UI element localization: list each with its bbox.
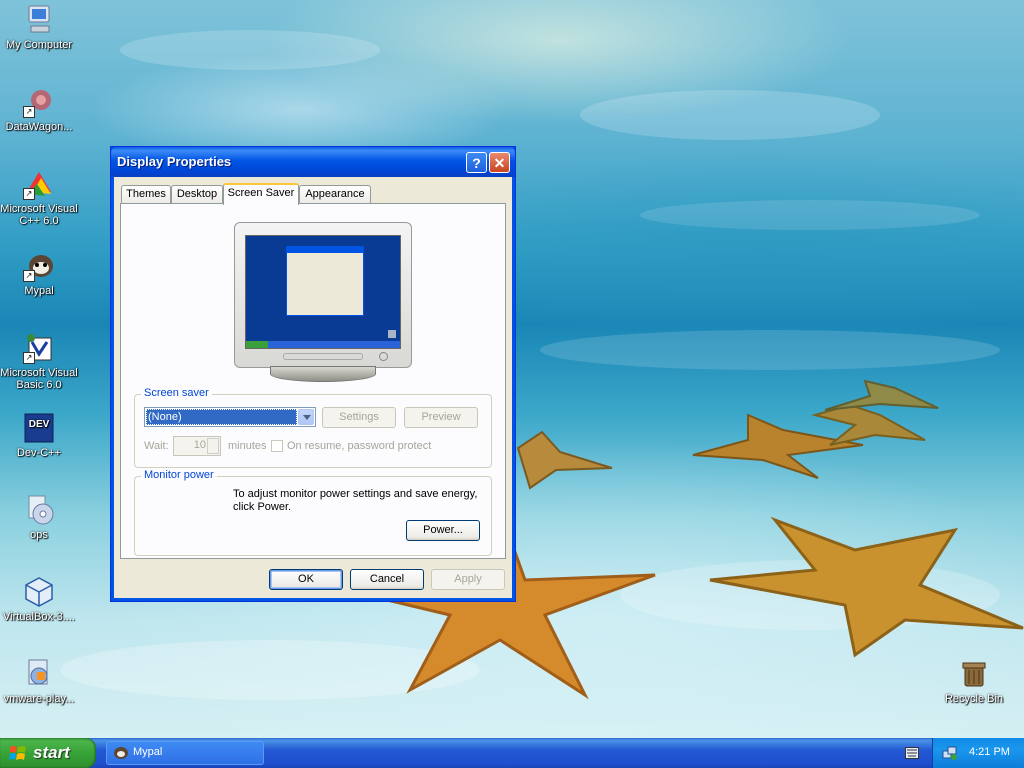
power-button[interactable]: Power... — [406, 520, 480, 541]
water-caustic — [120, 30, 380, 70]
monitor-slot — [283, 353, 363, 360]
vmware-icon — [23, 658, 55, 690]
screen-saver-select[interactable]: (None) — [144, 407, 316, 427]
desktop-icon-label: Recycle Bin — [944, 693, 1004, 705]
mini-dialog-preview — [286, 246, 364, 316]
desktop-icon-label: DataWagon... — [5, 121, 73, 133]
mini-start-button — [246, 341, 268, 348]
spin-arrows-icon[interactable] — [207, 438, 219, 454]
password-protect-checkbox[interactable] — [271, 440, 283, 452]
chevron-down-icon[interactable] — [298, 409, 314, 425]
screen-saver-panel: Screen saver (None) Settings Preview Wai… — [120, 203, 506, 559]
desktop-icon-visual-cpp[interactable]: ↗ Microsoft Visual C++ 6.0 — [0, 168, 78, 227]
monitor-power-description: To adjust monitor power settings and sav… — [233, 488, 478, 513]
wait-label: Wait: — [144, 440, 169, 452]
monitor-stand — [270, 366, 376, 382]
desktop-icon-recycle-bin[interactable]: Recycle Bin — [935, 658, 1013, 705]
mypal-icon — [114, 747, 128, 759]
desktop-icon-datawagon[interactable]: ↗ DataWagon... — [0, 86, 78, 133]
cancel-button[interactable]: Cancel — [350, 569, 424, 590]
desktop-icon-label: Microsoft Visual Basic 6.0 — [0, 367, 78, 391]
shortcut-arrow-icon: ↗ — [23, 352, 35, 364]
close-button[interactable]: ✕ — [489, 152, 510, 173]
network-icon[interactable] — [942, 745, 958, 761]
help-button[interactable]: ? — [466, 152, 487, 173]
computer-icon — [23, 4, 55, 36]
keyboard-icon[interactable] — [905, 747, 919, 759]
display-properties-dialog: Display Properties ? ✕ Themes Desktop Sc… — [110, 146, 516, 602]
desktop-icon-ops[interactable]: ops — [0, 494, 78, 541]
monitor-power-group-label: Monitor power — [141, 469, 217, 481]
desktop-icon-mypal[interactable]: ↗ Mypal — [0, 250, 78, 297]
cd-icon — [23, 494, 55, 526]
recycle-bin-icon — [958, 658, 990, 690]
taskbar-item-mypal[interactable]: Mypal — [106, 741, 264, 765]
monitor-power-light — [379, 352, 388, 361]
desktop-icon-vmware[interactable]: vmware-play... — [0, 658, 78, 705]
starfish-image — [824, 379, 939, 411]
settings-button[interactable]: Settings — [322, 407, 396, 428]
monitor-frame — [234, 222, 412, 368]
svg-text:DEV: DEV — [29, 419, 50, 430]
desktop-icon-label: ops — [30, 529, 48, 541]
minutes-label: minutes — [228, 440, 267, 452]
dialog-title: Display Properties — [117, 154, 232, 169]
mini-recycle-icon — [388, 330, 396, 338]
water-caustic — [580, 90, 880, 140]
datawagon-icon: ↗ — [23, 86, 55, 118]
mypal-icon: ↗ — [23, 250, 55, 282]
desktop-icon-devcpp[interactable]: DEV Dev-C++ — [0, 412, 78, 459]
desktop-icon-label: Dev-C++ — [16, 447, 62, 459]
system-clock: 4:21 PM — [969, 746, 1010, 758]
monitor-screen-preview — [245, 235, 401, 349]
visual-basic-icon: ↗ — [23, 332, 55, 364]
wait-minutes-spinbox[interactable]: 10 — [173, 436, 221, 456]
visual-cpp-icon: ↗ — [23, 168, 55, 200]
shortcut-arrow-icon: ↗ — [23, 188, 35, 200]
monitor-preview — [234, 222, 412, 382]
ok-button[interactable]: OK — [269, 569, 343, 590]
screen-saver-group-label: Screen saver — [141, 387, 212, 399]
desktop-icon-virtualbox[interactable]: VirtualBox-3.... — [0, 576, 78, 623]
apply-button[interactable]: Apply — [431, 569, 505, 590]
desktop-icon-label: vmware-play... — [3, 693, 75, 705]
windows-logo-icon — [9, 746, 26, 760]
wait-minutes-value: 10 — [193, 439, 206, 451]
preview-button[interactable]: Preview — [404, 407, 478, 428]
password-protect-label: On resume, password protect — [287, 440, 432, 452]
taskbar-item-label: Mypal — [133, 746, 163, 758]
shortcut-arrow-icon: ↗ — [23, 270, 35, 282]
screen-saver-group — [134, 394, 492, 468]
desktop-icon-visual-basic[interactable]: ↗ Microsoft Visual Basic 6.0 — [0, 332, 78, 391]
starfish-image — [709, 516, 1024, 658]
virtualbox-icon — [23, 576, 55, 608]
mini-taskbar — [246, 341, 400, 348]
desktop-icon-label: VirtualBox-3.... — [3, 611, 75, 623]
dialog-titlebar[interactable]: Display Properties ? ✕ — [111, 147, 515, 177]
starfish-image — [516, 430, 613, 490]
desktop-icon-my-computer[interactable]: My Computer — [0, 4, 78, 51]
tab-appearance[interactable]: Appearance — [299, 185, 371, 203]
devcpp-icon: DEV — [23, 412, 55, 444]
screen-saver-selected-value: (None) — [146, 409, 297, 425]
system-tray: 4:21 PM — [932, 738, 1024, 768]
taskbar: start Mypal 4:21 PM — [0, 738, 1024, 768]
start-label: start — [33, 743, 70, 762]
start-button[interactable]: start — [0, 738, 96, 768]
tab-screen-saver[interactable]: Screen Saver — [223, 183, 299, 205]
water-caustic — [640, 200, 980, 230]
mini-titlebar — [287, 247, 363, 253]
desktop-icon-label: My Computer — [5, 39, 73, 51]
water-caustic — [540, 330, 1000, 370]
desktop-icon-label: Microsoft Visual C++ 6.0 — [0, 203, 78, 227]
shortcut-arrow-icon: ↗ — [23, 106, 35, 118]
tab-desktop[interactable]: Desktop — [171, 185, 223, 203]
tab-themes[interactable]: Themes — [121, 185, 171, 203]
desktop-icon-label: Mypal — [24, 285, 54, 297]
